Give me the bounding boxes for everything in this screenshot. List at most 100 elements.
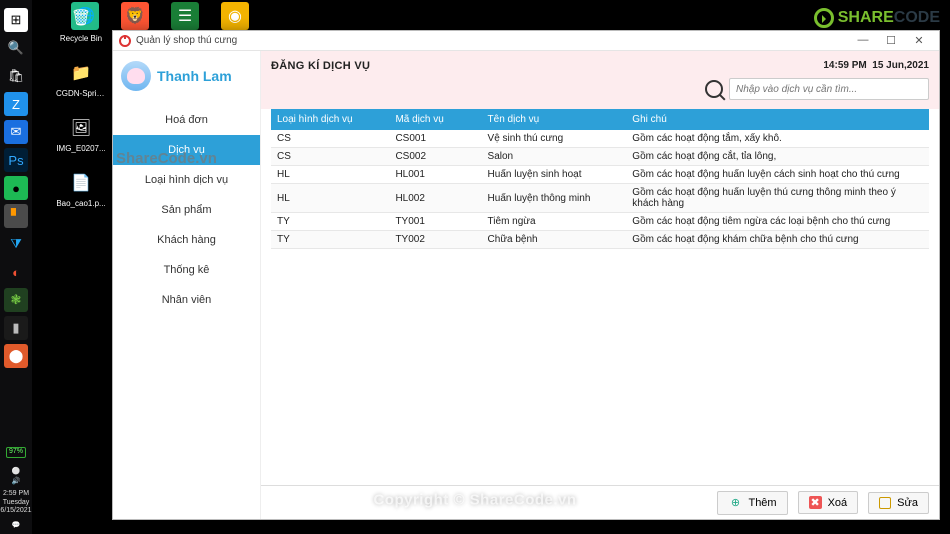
taskbar-notifications-icon[interactable]: 💬 (12, 522, 21, 530)
taskbar-system-tray: 97% ⚪ 🔊 2:59 PM Tuesday 6/15/2021 💬 (0, 447, 32, 530)
taskbar-mail-icon[interactable]: ✉ (4, 120, 28, 144)
sidebar-item-hoadon[interactable]: Hoá đơn (113, 105, 260, 135)
table-row[interactable]: HLHL001Huấn luyện sinh hoạtGồm các hoạt … (271, 166, 929, 184)
cell: HL (271, 184, 389, 213)
cell: Salon (482, 148, 627, 166)
desktop-launch-excel[interactable]: ☰ (160, 2, 210, 32)
delete-button[interactable]: ✖ Xoá (798, 491, 859, 514)
cell: HL001 (389, 166, 481, 184)
cell: Huấn luyện sinh hoạt (482, 166, 627, 184)
sidebar-item-sanpham[interactable]: Sản phẩm (113, 195, 260, 225)
service-table[interactable]: Loại hình dịch vụMã dịch vụTên dịch vụGh… (271, 109, 929, 249)
cell: Huấn luyện thông minh (482, 184, 627, 213)
edit-icon (879, 497, 891, 509)
header-timestamp: 14:59 PM 15 Jun,2021 (823, 60, 929, 72)
user-name: Thanh Lam (157, 68, 232, 84)
app-window: Quản lý shop thú cưng — ☐ ✕ Thanh Lam Ho… (112, 30, 940, 520)
search-input[interactable] (729, 78, 929, 100)
taskbar-sublime-icon[interactable]: ▘ (4, 204, 28, 228)
table-body: CSCS001Vệ sinh thú cưngGồm các hoạt động… (271, 130, 929, 249)
cell: TY (271, 231, 389, 249)
footer-actions: ⊕ Thêm ✖ Xoá Sửa (261, 485, 939, 519)
cell: Tiêm ngừa (482, 213, 627, 231)
edit-label: Sửa (897, 497, 918, 509)
window-title: Quản lý shop thú cưng (136, 35, 849, 46)
cell: Gồm các hoạt động tắm, xấy khô. (626, 130, 929, 148)
col-0[interactable]: Loại hình dịch vụ (271, 109, 389, 130)
cell: Vệ sinh thú cưng (482, 130, 627, 148)
add-button[interactable]: ⊕ Thêm (717, 491, 787, 515)
main: ĐĂNG KÍ DỊCH VỤ 14:59 PM 15 Jun,2021 (261, 51, 939, 519)
window-minimize-button[interactable]: — (849, 34, 877, 47)
tray-sound-icon[interactable]: 🔊 (12, 478, 21, 486)
header-bar: ĐĂNG KÍ DỊCH VỤ 14:59 PM 15 Jun,2021 (261, 51, 939, 109)
avatar-icon (121, 61, 151, 91)
app-logo-icon (119, 35, 131, 47)
sidebar-item-khachhang[interactable]: Khách hàng (113, 225, 260, 255)
edit-button[interactable]: Sửa (868, 492, 929, 514)
desktop-launch-chrome[interactable]: ◉ (210, 2, 260, 32)
taskbar-start-icon[interactable]: ⊞ (4, 8, 28, 32)
table-row[interactable]: TYTY001Tiêm ngừaGồm các hoạt động tiêm n… (271, 213, 929, 231)
delete-icon: ✖ (809, 496, 822, 509)
col-3[interactable]: Ghi chú (626, 109, 929, 130)
cell: CS (271, 148, 389, 166)
add-icon: ⊕ (728, 496, 742, 510)
taskbar-ps-icon[interactable]: Ps (4, 148, 28, 172)
taskbar-git-icon[interactable]: ◐ (4, 260, 28, 284)
cell: CS001 (389, 130, 481, 148)
titlebar[interactable]: Quản lý shop thú cưng — ☐ ✕ (113, 31, 939, 51)
cell: TY (271, 213, 389, 231)
taskbar-time[interactable]: 2:59 PM (3, 490, 29, 498)
desktop-icon-cgdn[interactable]: 📁CGDN-Sprin... (56, 59, 106, 98)
sidebar-item-thongke[interactable]: Thống kê (113, 255, 260, 285)
desktop-icon-img[interactable]: 🖼IMG_E0207... (56, 114, 106, 153)
taskbar-term-icon[interactable]: ▮ (4, 316, 28, 340)
desktop-launch-brave[interactable]: 🦁 (110, 2, 160, 32)
cell: Gồm các hoạt động khám chữa bệnh cho thú… (626, 231, 929, 249)
sidebar: Thanh Lam Hoá đơnDịch vụLoại hình dịch v… (113, 51, 261, 519)
cell: TY001 (389, 213, 481, 231)
cell: Gồm các hoạt động tiêm ngừa các loại bện… (626, 213, 929, 231)
cell: CS002 (389, 148, 481, 166)
user-profile[interactable]: Thanh Lam (113, 51, 260, 105)
taskbar-search-icon[interactable]: 🔍 (4, 36, 28, 60)
table-row[interactable]: CSCS002SalonGồm các hoạt động cắt, tỉa l… (271, 148, 929, 166)
taskbar-java-icon[interactable]: ⬤ (4, 344, 28, 368)
desktop-icon-recycle-bin[interactable]: 🗑Recycle Bin (56, 4, 106, 43)
cell: Gồm các hoạt động huấn luyện thú cưng th… (626, 184, 929, 213)
cell: HL002 (389, 184, 481, 213)
desktop-icon-baocao[interactable]: 📄Bao_cao1.p... (56, 169, 106, 208)
cell: Gồm các hoạt động huấn luyện cách sinh h… (626, 166, 929, 184)
taskbar-store-icon[interactable]: 🛍 (4, 64, 28, 88)
sidebar-item-nhanvien[interactable]: Nhân viên (113, 285, 260, 315)
delete-label: Xoá (828, 497, 848, 509)
cell: TY002 (389, 231, 481, 249)
taskbar-zalo-icon[interactable]: Z (4, 92, 28, 116)
table-row[interactable]: CSCS001Vệ sinh thú cưngGồm các hoạt động… (271, 130, 929, 148)
search-icon (705, 80, 723, 98)
taskbar-spotify-icon[interactable]: ● (4, 176, 28, 200)
col-2[interactable]: Tên dịch vụ (482, 109, 627, 130)
taskbar-vscode-icon[interactable]: ⧩ (4, 232, 28, 256)
page-title: ĐĂNG KÍ DỊCH VỤ (271, 60, 370, 72)
add-label: Thêm (748, 497, 776, 509)
tray-wifi-icon[interactable]: ⚪ (12, 468, 21, 476)
sidebar-item-dichvu[interactable]: Dịch vụ (113, 135, 260, 165)
nav: Hoá đơnDịch vụLoại hình dịch vụSản phẩmK… (113, 105, 260, 315)
col-1[interactable]: Mã dịch vụ (389, 109, 481, 130)
taskbar: ⊞ 🔍 🛍 Z ✉ Ps ● ▘ ⧩ ◐ ❃ ▮ ⬤ 97% ⚪ 🔊 2:59 PM Tuesday 6… (0, 0, 32, 534)
service-table-wrap: Loại hình dịch vụMã dịch vụTên dịch vụGh… (261, 109, 939, 485)
taskbar-day: Tuesday (3, 499, 30, 507)
cell: CS (271, 130, 389, 148)
cell: Chữa bệnh (482, 231, 627, 249)
table-row[interactable]: TYTY002Chữa bệnhGồm các hoạt động khám c… (271, 231, 929, 249)
taskbar-date: 6/15/2021 (0, 507, 31, 515)
table-row[interactable]: HLHL002Huấn luyện thông minhGồm các hoạt… (271, 184, 929, 213)
table-header-row: Loại hình dịch vụMã dịch vụTên dịch vụGh… (271, 109, 929, 130)
window-close-button[interactable]: ✕ (905, 34, 933, 47)
sidebar-item-loaihinh[interactable]: Loại hình dịch vụ (113, 165, 260, 195)
taskbar-bean-icon[interactable]: ❃ (4, 288, 28, 312)
cell: Gồm các hoạt động cắt, tỉa lông, (626, 148, 929, 166)
window-maximize-button[interactable]: ☐ (877, 34, 905, 47)
